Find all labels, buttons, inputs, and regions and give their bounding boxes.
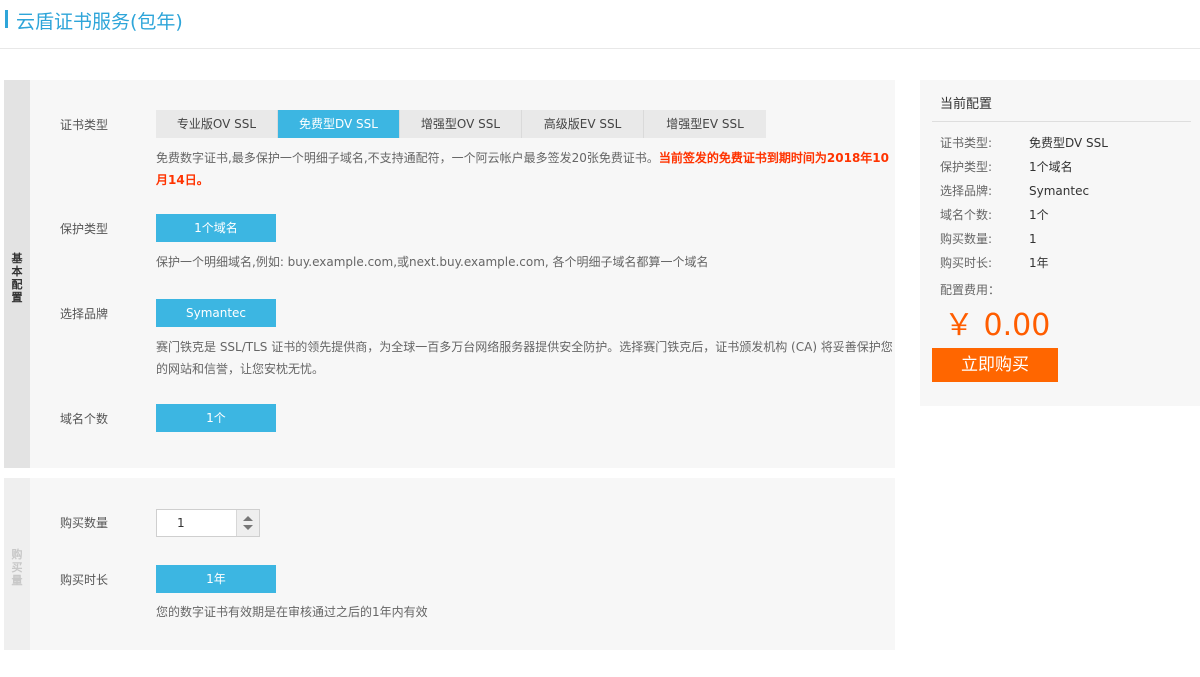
purchase-section: 购 买 量 购买数量 1 购买时长 1年 您的数字证书有效期是在审核通过之后的1… <box>4 478 895 650</box>
summary-row-brand: 选择品牌: Symantec <box>940 184 1090 198</box>
basic-config-side-label: 基 本 配 置 <box>11 252 23 304</box>
cert-type-tabs: 专业版OV SSL 免费型DV SSL 增强型OV SSL 高级版EV SSL … <box>156 110 766 138</box>
quantity-label: 购买数量 <box>60 516 109 530</box>
tab-free-dv-ssl[interactable]: 免费型DV SSL <box>278 110 400 138</box>
duration-description: 您的数字证书有效期是在审核通过之后的1年内有效 <box>156 605 428 619</box>
quantity-input[interactable]: 1 <box>177 510 185 536</box>
basic-config-side-tab: 基 本 配 置 <box>4 80 30 468</box>
tab-enhanced-ov-ssl[interactable]: 增强型OV SSL <box>400 110 522 138</box>
divider <box>932 121 1191 122</box>
buy-now-button[interactable]: 立即购买 <box>932 348 1058 382</box>
duration-label: 购买时长 <box>60 573 109 587</box>
quantity-stepper-arrows <box>236 510 259 536</box>
protect-type-label: 保护类型 <box>60 222 109 236</box>
summary-row-protect-type: 保护类型: 1个域名 <box>940 160 1073 174</box>
basic-config-section: 基 本 配 置 证书类型 专业版OV SSL 免费型DV SSL 增强型OV S… <box>4 80 895 468</box>
caret-down-icon[interactable] <box>243 525 253 530</box>
quantity-stepper[interactable]: 1 <box>156 509 260 537</box>
title-accent-bar <box>5 10 8 28</box>
duration-option-1-year[interactable]: 1年 <box>156 565 276 593</box>
brand-description: 赛门铁克是 SSL/TLS 证书的领先提供商，为全球一百多万台网络服务器提供安全… <box>156 340 893 376</box>
domain-count-option-1[interactable]: 1个 <box>156 404 276 432</box>
protect-type-description: 保护一个明细域名,例如: buy.example.com,或next.buy.e… <box>156 255 709 269</box>
cert-type-description: 免费数字证书,最多保护一个明细子域名,不支持通配符，一个阿云帐户最多签发20张免… <box>156 151 890 187</box>
current-config-panel: 当前配置 证书类型: 免费型DV SSL 保护类型: 1个域名 选择品牌: Syman… <box>920 80 1200 406</box>
total-price: ￥ 0.00 <box>944 308 1051 343</box>
page-header: 云盾证书服务(包年) <box>0 0 1200 49</box>
summary-row-cert-type: 证书类型: 免费型DV SSL <box>940 136 1108 150</box>
purchase-side-label: 购 买 量 <box>11 548 23 587</box>
brand-option-symantec[interactable]: Symantec <box>156 299 276 327</box>
domain-count-label: 域名个数 <box>60 412 109 426</box>
tab-enhanced-ev-ssl[interactable]: 增强型EV SSL <box>644 110 766 138</box>
caret-up-icon[interactable] <box>243 516 253 521</box>
tab-advanced-ev-ssl[interactable]: 高级版EV SSL <box>522 110 644 138</box>
summary-row-duration: 购买时长: 1年 <box>940 256 1049 270</box>
tab-pro-ov-ssl[interactable]: 专业版OV SSL <box>156 110 278 138</box>
purchase-side-tab: 购 买 量 <box>4 478 30 650</box>
fee-label: 配置费用： <box>940 283 1001 297</box>
current-config-title: 当前配置 <box>940 97 993 112</box>
page-title: 云盾证书服务(包年) <box>16 11 183 33</box>
brand-label: 选择品牌 <box>60 307 109 321</box>
summary-row-domain-count: 域名个数: 1个 <box>940 208 1049 222</box>
protect-type-option-1-domain[interactable]: 1个域名 <box>156 214 276 242</box>
summary-row-quantity: 购买数量: 1 <box>940 232 1037 246</box>
cert-type-label: 证书类型 <box>60 118 109 132</box>
